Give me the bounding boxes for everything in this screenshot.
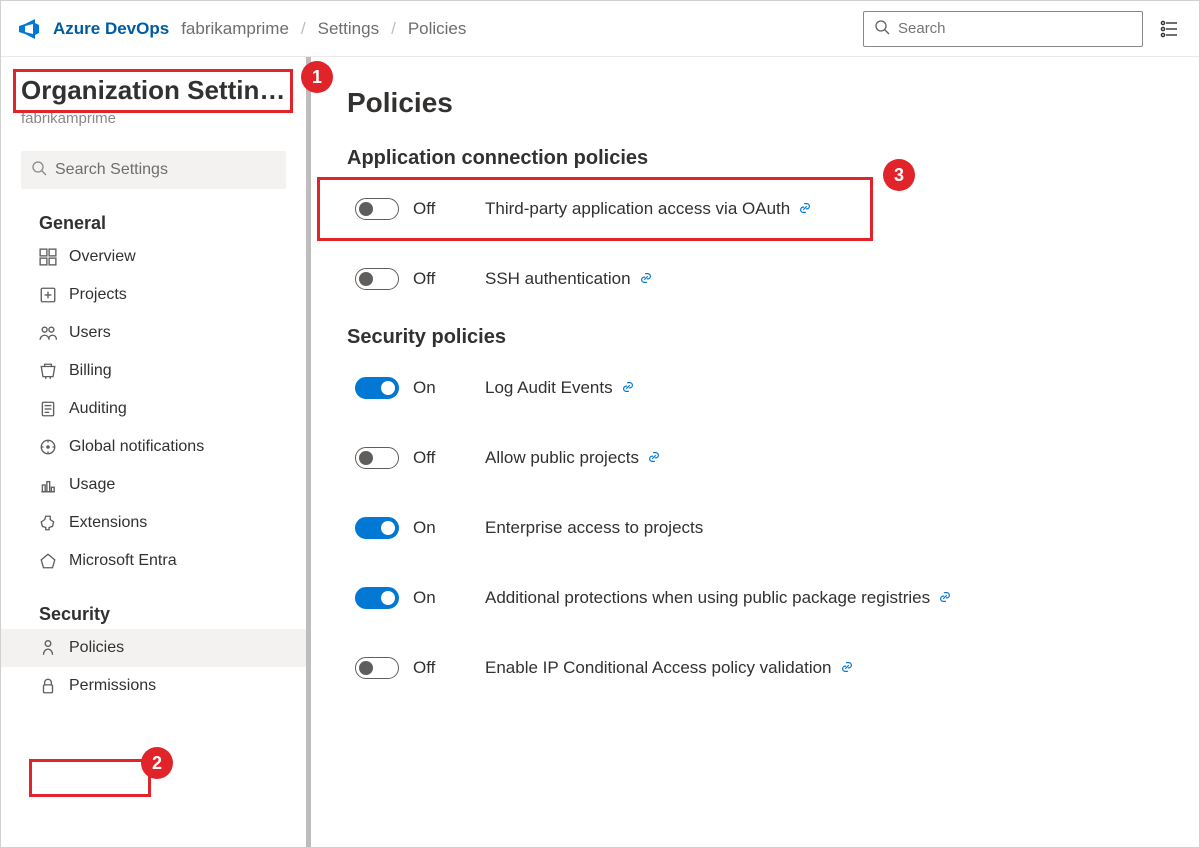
sidebar-item-label: Extensions <box>69 514 147 532</box>
sidebar-item-overview[interactable]: Overview <box>1 238 306 276</box>
sidebar-item-global-notifications[interactable]: Global notifications <box>1 428 306 466</box>
toggle-switch[interactable] <box>355 268 399 290</box>
toggle-switch[interactable] <box>355 447 399 469</box>
users-icon <box>39 324 57 342</box>
toggle-switch[interactable] <box>355 657 399 679</box>
sidebar-item-projects[interactable]: Projects <box>1 276 306 314</box>
policy-row: OnAdditional protections when using publ… <box>347 575 1163 621</box>
sidebar-item-label: Policies <box>69 639 124 657</box>
sidebar-item-label: Usage <box>69 476 115 494</box>
policy-label: SSH authentication <box>485 269 631 289</box>
usage-icon <box>39 476 57 494</box>
sidebar-search-placeholder: Search Settings <box>55 161 168 179</box>
crumb-org[interactable]: fabrikamprime <box>181 19 289 39</box>
billing-icon <box>39 362 57 380</box>
link-icon[interactable] <box>798 201 812 218</box>
policy-row: OffEnable IP Conditional Access policy v… <box>347 645 1163 691</box>
policy-row: OnEnterprise access to projects <box>347 505 1163 551</box>
policy-row: OnLog Audit Events <box>347 365 1163 411</box>
auditing-icon <box>39 400 57 418</box>
topbar: Azure DevOps fabrikamprime / Settings / … <box>1 1 1199 57</box>
annotation-box-2 <box>29 759 151 797</box>
toggle-state-label: Off <box>413 199 485 219</box>
policy-row: OffThird-party application access via OA… <box>347 186 1163 232</box>
policy-label: Log Audit Events <box>485 378 613 398</box>
global-search[interactable] <box>863 11 1143 47</box>
notifications-icon <box>39 438 57 456</box>
extensions-icon <box>39 514 57 532</box>
sidebar-group-general: General <box>1 189 306 238</box>
toggle-state-label: Off <box>413 448 485 468</box>
crumb-settings[interactable]: Settings <box>318 19 379 39</box>
sidebar-item-policies[interactable]: Policies <box>1 629 306 667</box>
sidebar-item-label: Users <box>69 324 111 342</box>
toggle-state-label: Off <box>413 269 485 289</box>
link-icon[interactable] <box>647 450 661 467</box>
annotation-badge-2: 2 <box>141 747 173 779</box>
crumb-separator: / <box>391 19 396 39</box>
link-icon[interactable] <box>621 380 635 397</box>
policy-label: Enterprise access to projects <box>485 518 703 538</box>
section-security-policies: Security policies <box>347 326 1163 349</box>
sidebar-item-auditing[interactable]: Auditing <box>1 390 306 428</box>
projects-icon <box>39 286 57 304</box>
sidebar-item-label: Microsoft Entra <box>69 552 177 570</box>
toggle-switch[interactable] <box>355 587 399 609</box>
search-icon <box>31 160 47 181</box>
sidebar-item-label: Overview <box>69 248 136 266</box>
policies-icon <box>39 639 57 657</box>
sidebar-item-microsoft-entra[interactable]: Microsoft Entra <box>1 542 306 580</box>
policy-label: Allow public projects <box>485 448 639 468</box>
sidebar: Organization Settin… fabrikamprime Searc… <box>1 57 311 847</box>
page-title: Policies <box>347 87 1163 119</box>
sidebar-title: Organization Settin… <box>21 75 286 106</box>
sidebar-item-label: Permissions <box>69 677 156 695</box>
filter-list-icon[interactable] <box>1155 15 1183 43</box>
toggle-switch[interactable] <box>355 517 399 539</box>
main-content: Policies Application connection policies… <box>311 57 1199 847</box>
toggle-state-label: On <box>413 588 485 608</box>
sidebar-item-label: Global notifications <box>69 438 204 456</box>
policy-label: Additional protections when using public… <box>485 588 930 608</box>
sidebar-item-label: Projects <box>69 286 127 304</box>
sidebar-item-extensions[interactable]: Extensions <box>1 504 306 542</box>
sidebar-group-security: Security <box>1 580 306 629</box>
sidebar-subtitle: fabrikamprime <box>1 106 306 139</box>
sidebar-item-permissions[interactable]: Permissions <box>1 667 306 705</box>
toggle-switch[interactable] <box>355 198 399 220</box>
sidebar-item-users[interactable]: Users <box>1 314 306 352</box>
section-app-connection: Application connection policies <box>347 147 1163 170</box>
link-icon[interactable] <box>639 271 653 288</box>
policy-row: OffSSH authentication <box>347 256 1163 302</box>
toggle-state-label: On <box>413 378 485 398</box>
toggle-state-label: Off <box>413 658 485 678</box>
permissions-icon <box>39 677 57 695</box>
global-search-input[interactable] <box>898 20 1132 37</box>
overview-icon <box>39 248 57 266</box>
link-icon[interactable] <box>840 660 854 677</box>
policy-label: Enable IP Conditional Access policy vali… <box>485 658 832 678</box>
sidebar-item-label: Auditing <box>69 400 127 418</box>
toggle-state-label: On <box>413 518 485 538</box>
sidebar-item-label: Billing <box>69 362 112 380</box>
policy-row: OffAllow public projects <box>347 435 1163 481</box>
azure-devops-logo-icon <box>17 17 41 41</box>
toggle-switch[interactable] <box>355 377 399 399</box>
crumb-policies[interactable]: Policies <box>408 19 467 39</box>
sidebar-search[interactable]: Search Settings <box>21 151 286 189</box>
brand-label[interactable]: Azure DevOps <box>53 19 169 39</box>
link-icon[interactable] <box>938 590 952 607</box>
sidebar-item-usage[interactable]: Usage <box>1 466 306 504</box>
policy-label: Third-party application access via OAuth <box>485 199 790 219</box>
sidebar-item-billing[interactable]: Billing <box>1 352 306 390</box>
search-icon <box>874 19 890 38</box>
crumb-separator: / <box>301 19 306 39</box>
entra-icon <box>39 552 57 570</box>
